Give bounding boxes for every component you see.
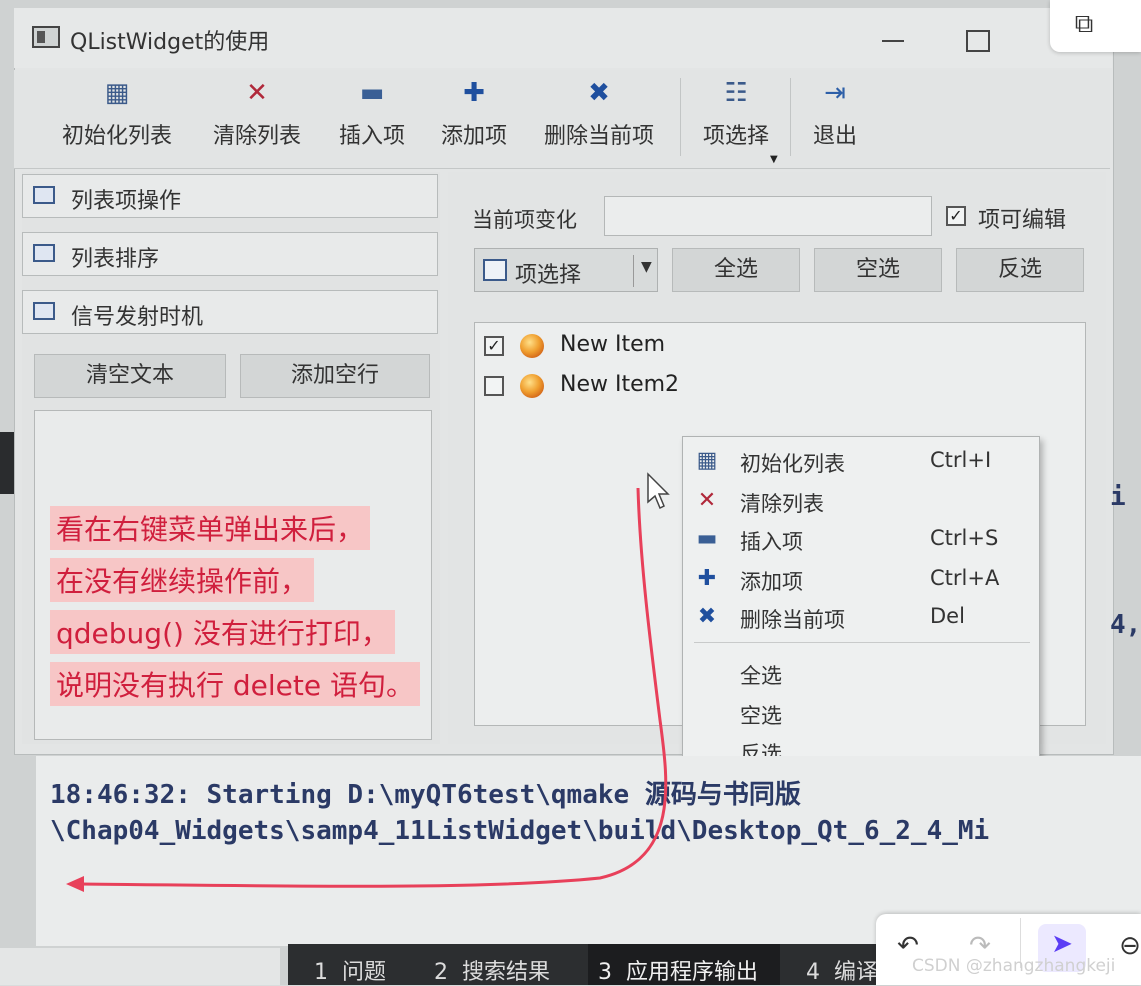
toolbox-icon[interactable]: ⧉	[1064, 4, 1104, 44]
annotation-line: 在没有继续操作前，	[50, 558, 315, 602]
annotation-line: qdebug() 没有进行打印，	[50, 610, 395, 654]
annotation-arrow	[66, 487, 668, 892]
watermark: CSDN @zhangzhangkeji	[912, 956, 1116, 976]
annotation-line: 说明没有执行 delete 语句。	[50, 662, 421, 706]
annotation-line: 看在右键菜单弹出来后，	[50, 506, 371, 550]
